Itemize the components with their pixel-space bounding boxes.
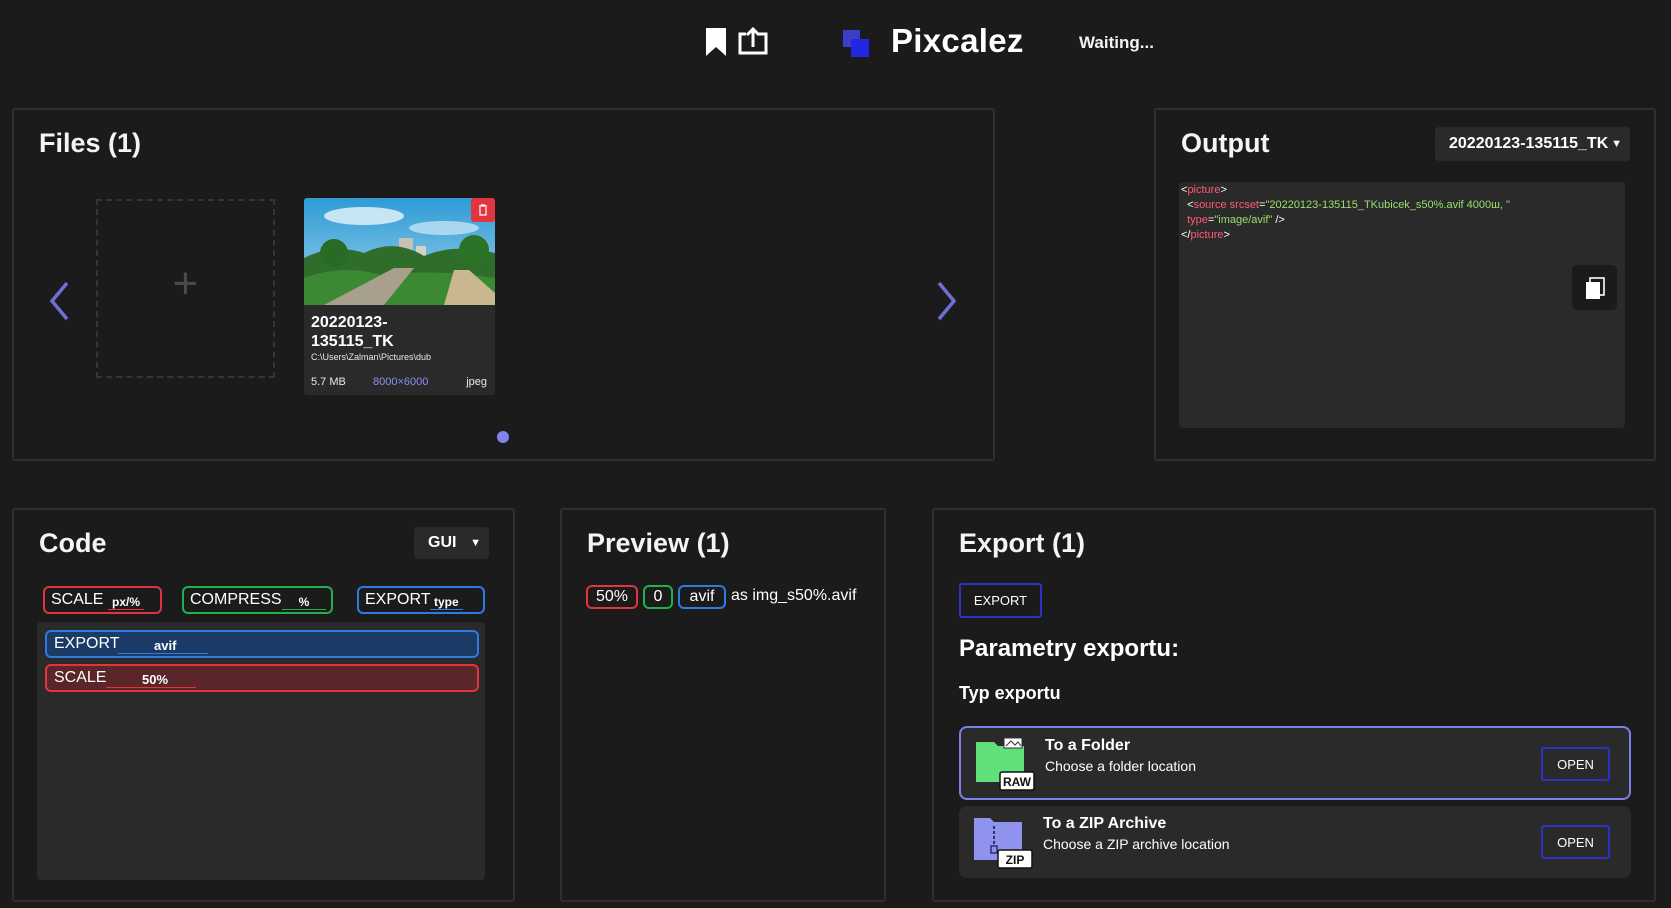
chevron-down-icon: ▼ xyxy=(1611,138,1622,150)
output-panel: Output 20220123-135115_TK ▼ <picture> <s… xyxy=(1154,108,1656,461)
scale-block-tool[interactable]: SCALE px/% xyxy=(43,586,162,614)
file-type: jpeg xyxy=(466,376,487,388)
output-file-select[interactable]: 20220123-135115_TK ▼ xyxy=(1435,127,1630,161)
files-panel: Files (1) + 20220123- 135115_TK C:\Users… xyxy=(12,108,995,461)
option-title: To a ZIP Archive xyxy=(1043,815,1167,832)
svg-text:ZIP: ZIP xyxy=(1006,853,1025,867)
export-type-title: Typ exportu xyxy=(959,683,1061,703)
format-pill: avif xyxy=(678,585,726,609)
svg-text:RAW: RAW xyxy=(1003,775,1032,789)
copy-code-button[interactable] xyxy=(1572,265,1617,310)
chevron-down-icon: ▼ xyxy=(470,537,481,549)
chevron-right-icon[interactable] xyxy=(935,280,959,322)
scale-pill: 50% xyxy=(586,585,638,609)
files-title: Files (1) xyxy=(39,128,142,158)
file-path: C:\Users\Zalman\Pictures\dub xyxy=(311,352,432,362)
scale-block[interactable]: SCALE 50% xyxy=(45,664,479,692)
chevron-left-icon[interactable] xyxy=(47,280,71,322)
code-title: Code xyxy=(39,528,107,558)
file-dimensions: 8000×6000 xyxy=(373,376,429,388)
folder-icon: RAW xyxy=(974,734,1035,791)
app-name: Pixcalez xyxy=(891,22,1024,59)
trash-icon xyxy=(479,204,487,216)
output-code: <picture> <source srcset="20220123-13511… xyxy=(1179,182,1625,428)
export-panel: Export (1) EXPORT Parametry exportu: Typ… xyxy=(932,508,1656,902)
export-params-title: Parametry exportu: xyxy=(959,635,1180,662)
export-option-folder[interactable]: RAW To a Folder Choose a folder location… xyxy=(959,726,1631,800)
export-block[interactable]: EXPORT avif xyxy=(45,630,479,658)
export-block-tool[interactable]: EXPORT type xyxy=(357,586,485,614)
share-upload-icon[interactable] xyxy=(738,26,768,55)
option-title: To a Folder xyxy=(1045,737,1131,754)
file-size: 5.7 MB xyxy=(311,376,346,388)
status-text: Waiting... xyxy=(1079,33,1154,52)
code-mode-select[interactable]: GUI ▼ xyxy=(414,527,489,559)
file-card[interactable]: 20220123- 135115_TK C:\Users\Zalman\Pict… xyxy=(304,198,495,395)
bookmark-icon[interactable] xyxy=(704,27,728,57)
delete-file-button[interactable] xyxy=(471,198,495,222)
file-name: 20220123- 135115_TK xyxy=(311,314,394,350)
zip-archive-icon: ZIP xyxy=(972,812,1033,869)
export-option-zip[interactable]: ZIP To a ZIP Archive Choose a ZIP archiv… xyxy=(959,806,1631,878)
code-panel: Code GUI ▼ SCALE px/% COMPRESS % EXPORT … xyxy=(12,508,515,902)
file-thumbnail xyxy=(304,198,495,305)
preview-title: Preview (1) xyxy=(587,528,730,558)
compress-block-tool[interactable]: COMPRESS % xyxy=(182,586,333,614)
add-file-dropzone[interactable]: + xyxy=(96,199,275,378)
output-title: Output xyxy=(1181,128,1270,158)
plus-icon: + xyxy=(172,259,199,308)
option-description: Choose a folder location xyxy=(1045,758,1196,774)
pagination-dot[interactable] xyxy=(497,431,509,443)
export-title: Export (1) xyxy=(959,528,1086,558)
option-description: Choose a ZIP archive location xyxy=(1043,836,1230,852)
export-button[interactable]: EXPORT xyxy=(959,583,1042,618)
app-logo xyxy=(843,30,869,58)
code-workspace[interactable]: EXPORT avif SCALE 50% xyxy=(37,622,485,880)
open-folder-button[interactable]: OPEN xyxy=(1541,747,1610,781)
copy-icon xyxy=(1586,277,1605,299)
preview-output-name: as img_s50%.avif xyxy=(731,587,857,604)
compress-pill: 0 xyxy=(643,585,673,609)
open-zip-button[interactable]: OPEN xyxy=(1541,825,1610,859)
preview-panel: Preview (1) 50% 0 avif as img_s50%.avif xyxy=(560,508,886,902)
